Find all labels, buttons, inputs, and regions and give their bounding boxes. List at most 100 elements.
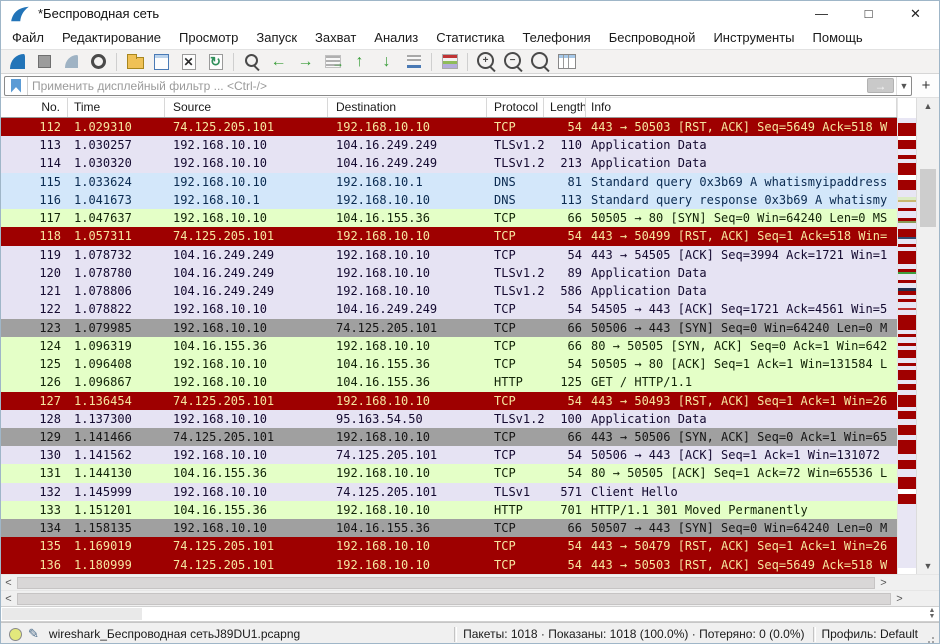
menu-item-telephony[interactable]: Телефония	[513, 26, 599, 49]
packet-row-121[interactable]: 1211.078806104.16.249.249192.168.10.10TL…	[1, 282, 897, 300]
restart-capture-icon[interactable]	[59, 51, 84, 72]
packet-row-125[interactable]: 1251.096408192.168.10.10104.16.155.36TCP…	[1, 355, 897, 373]
title-bar: *Беспроводная сеть — □ ✕	[1, 1, 939, 26]
packet-row-134[interactable]: 1341.158135192.168.10.10104.16.155.36TCP…	[1, 519, 897, 537]
packet-row-119[interactable]: 1191.078732104.16.249.249192.168.10.10TC…	[1, 246, 897, 264]
find-packet-icon[interactable]	[239, 51, 264, 72]
go-first-icon[interactable]	[347, 51, 372, 72]
menu-item-wireless[interactable]: Беспроводной	[600, 26, 705, 49]
packet-row-135[interactable]: 1351.16901974.125.205.101192.168.10.10TC…	[1, 537, 897, 555]
add-filter-button[interactable]: +	[916, 76, 936, 96]
pane-spinner[interactable]: ▲▼	[925, 607, 939, 621]
spin-down-icon[interactable]: ▼	[929, 614, 936, 620]
auto-scroll-icon[interactable]	[401, 51, 426, 72]
packet-row-117[interactable]: 1171.047637192.168.10.10104.16.155.36TCP…	[1, 209, 897, 227]
menu-item-statistics[interactable]: Статистика	[427, 26, 513, 49]
column-header-length[interactable]: Length	[544, 98, 586, 117]
scroll-left-icon[interactable]: <	[1, 575, 16, 590]
menu-item-view[interactable]: Просмотр	[170, 26, 247, 49]
display-filter-field[interactable]: → ▼	[4, 76, 912, 96]
packet-row-120[interactable]: 1201.078780104.16.249.249192.168.10.10TL…	[1, 264, 897, 282]
resize-grip-icon[interactable]	[924, 629, 935, 640]
menu-item-go[interactable]: Запуск	[247, 26, 306, 49]
packet-minimap[interactable]	[897, 98, 916, 574]
go-last-icon[interactable]	[374, 51, 399, 72]
go-forward-icon[interactable]	[293, 51, 318, 72]
column-header-protocol[interactable]: Protocol	[487, 98, 544, 117]
packet-row-124[interactable]: 1241.096319104.16.155.36192.168.10.10TCP…	[1, 337, 897, 355]
go-to-packet-icon[interactable]	[320, 51, 345, 72]
menu-item-edit[interactable]: Редактирование	[53, 26, 170, 49]
colorize-icon[interactable]	[437, 51, 462, 72]
close-button[interactable]: ✕	[892, 1, 939, 26]
column-header-info[interactable]: Info	[586, 98, 897, 117]
vertical-scroll-thumb[interactable]	[920, 169, 936, 227]
zoom-normal-icon[interactable]	[527, 51, 552, 72]
pane-scroll-thumb[interactable]	[2, 608, 142, 620]
packet-row-132[interactable]: 1321.145999192.168.10.1074.125.205.101TL…	[1, 483, 897, 501]
profile-label[interactable]: Профиль: Default	[822, 627, 919, 641]
menu-item-help[interactable]: Помощь	[804, 26, 872, 49]
horizontal-scroll-thumb[interactable]	[17, 593, 891, 605]
packet-row-112[interactable]: 1121.02931074.125.205.101192.168.10.10TC…	[1, 118, 897, 136]
chevron-down-icon: ▼	[900, 81, 909, 91]
menu-item-capture[interactable]: Захват	[306, 26, 365, 49]
filter-bookmark-button[interactable]	[5, 77, 28, 95]
scroll-right-icon[interactable]: >	[876, 575, 891, 590]
vertical-scroll-track[interactable]	[917, 114, 939, 558]
column-header-source[interactable]: Source	[165, 98, 328, 117]
packet-row-127[interactable]: 1271.13645474.125.205.101192.168.10.10TC…	[1, 392, 897, 410]
packet-row-116[interactable]: 1161.041673192.168.10.1192.168.10.10DNS1…	[1, 191, 897, 209]
status-divider	[454, 627, 455, 642]
packet-row-113[interactable]: 1131.030257192.168.10.10104.16.249.249TL…	[1, 136, 897, 154]
menu-bar: ФайлРедактированиеПросмотрЗапускЗахватАн…	[1, 26, 939, 49]
packet-row-115[interactable]: 1151.033624192.168.10.10192.168.10.1DNS8…	[1, 173, 897, 191]
resize-columns-icon[interactable]	[554, 51, 579, 72]
expert-info-icon[interactable]	[9, 628, 22, 641]
packet-row-123[interactable]: 1231.079985192.168.10.1074.125.205.101TC…	[1, 319, 897, 337]
packet-row-129[interactable]: 1291.14146674.125.205.101192.168.10.10TC…	[1, 428, 897, 446]
vertical-scrollbar[interactable]: ▲ ▼	[916, 98, 939, 574]
horizontal-scroll-thumb[interactable]	[17, 577, 875, 589]
packet-row-136[interactable]: 1361.18099974.125.205.101192.168.10.10TC…	[1, 556, 897, 574]
horizontal-scrollbar-detail[interactable]: < >	[1, 590, 939, 606]
open-file-icon[interactable]	[122, 51, 147, 72]
bookmark-icon	[11, 79, 21, 93]
zoom-in-icon[interactable]	[473, 51, 498, 72]
display-filter-input[interactable]	[28, 79, 867, 93]
packet-row-128[interactable]: 1281.137300192.168.10.1095.163.54.50TLSv…	[1, 410, 897, 428]
go-back-icon[interactable]	[266, 51, 291, 72]
packet-row-133[interactable]: 1331.151201104.16.155.36192.168.10.10HTT…	[1, 501, 897, 519]
scroll-up-icon[interactable]: ▲	[917, 98, 939, 114]
minimize-button[interactable]: —	[798, 1, 845, 26]
packet-row-126[interactable]: 1261.096867192.168.10.10104.16.155.36HTT…	[1, 373, 897, 391]
apply-filter-button[interactable]: →	[867, 78, 894, 93]
column-header-destination[interactable]: Destination	[328, 98, 487, 117]
capture-options-icon[interactable]	[86, 51, 111, 72]
zoom-out-icon[interactable]	[500, 51, 525, 72]
stop-capture-icon[interactable]	[32, 51, 57, 72]
packet-row-131[interactable]: 1311.144130104.16.155.36192.168.10.10TCP…	[1, 464, 897, 482]
scroll-left-icon[interactable]: <	[1, 591, 16, 606]
horizontal-scrollbar-list[interactable]: < >	[1, 574, 939, 590]
horizontal-scroll-track[interactable]	[17, 593, 891, 605]
column-header-no[interactable]: No.	[1, 98, 68, 117]
menu-item-analyze[interactable]: Анализ	[365, 26, 427, 49]
column-header-time[interactable]: Time	[68, 98, 165, 117]
close-file-icon[interactable]	[176, 51, 201, 72]
scroll-right-icon[interactable]: >	[892, 591, 907, 606]
packet-row-114[interactable]: 1141.030320192.168.10.10104.16.249.249TL…	[1, 154, 897, 172]
capture-comment-icon[interactable]: ✎	[28, 626, 39, 642]
menu-item-tools[interactable]: Инструменты	[704, 26, 803, 49]
reload-file-icon[interactable]	[203, 51, 228, 72]
scroll-down-icon[interactable]: ▼	[917, 558, 939, 574]
save-file-icon[interactable]	[149, 51, 174, 72]
packet-row-118[interactable]: 1181.05731174.125.205.101192.168.10.10TC…	[1, 227, 897, 245]
packet-row-122[interactable]: 1221.078822192.168.10.10104.16.249.249TC…	[1, 300, 897, 318]
start-capture-icon[interactable]	[5, 51, 30, 72]
menu-item-file[interactable]: Файл	[3, 26, 53, 49]
packet-row-130[interactable]: 1301.141562192.168.10.1074.125.205.101TC…	[1, 446, 897, 464]
horizontal-scroll-track[interactable]	[17, 577, 875, 589]
filter-history-dropdown[interactable]: ▼	[896, 77, 911, 95]
maximize-button[interactable]: □	[845, 1, 892, 26]
